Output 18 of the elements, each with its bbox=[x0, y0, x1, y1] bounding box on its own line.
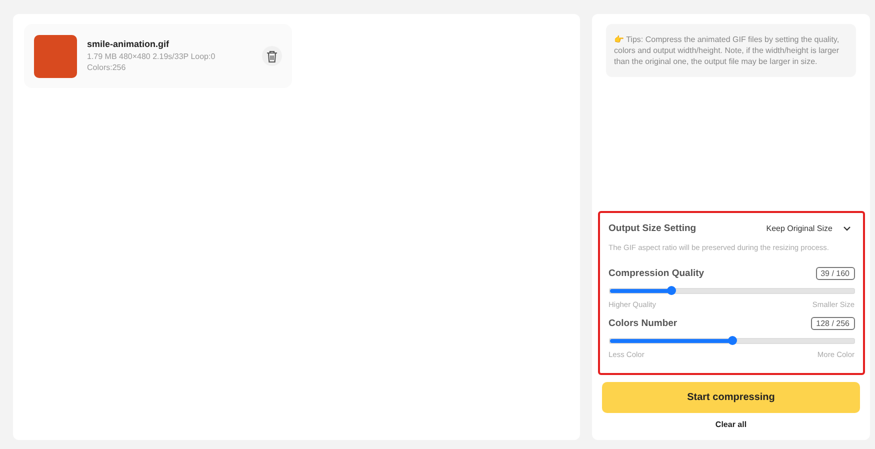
slider-label: Colors Number bbox=[608, 318, 678, 329]
slider[interactable] bbox=[608, 338, 854, 344]
start-compressing-button[interactable]: Start compressing bbox=[602, 382, 860, 413]
slider[interactable] bbox=[608, 288, 854, 294]
output-size-dropdown[interactable]: Keep Original Size bbox=[762, 224, 854, 233]
slider-value: 128 / 256 bbox=[811, 317, 854, 330]
trash-icon bbox=[266, 50, 278, 62]
output-size-label: Output Size Setting bbox=[608, 223, 696, 234]
tips-text: 👉 Tips: Compress the animated GIF files by setting the quality, colors and output width/height. Note, if the width/height is larger than the original one, the output file may be larger in size. bbox=[614, 34, 840, 67]
delete-button[interactable] bbox=[262, 46, 282, 66]
clear-all-button[interactable]: Clear all bbox=[709, 419, 753, 430]
slider-value: 39 / 160 bbox=[816, 267, 854, 280]
file-colors: Colors:256 bbox=[87, 62, 127, 73]
slider-label: Compression Quality bbox=[608, 268, 704, 279]
photo-placeholder bbox=[34, 34, 77, 78]
file-name: smile-animation.gif bbox=[87, 39, 170, 49]
file-details: 1.79 MB 480×480 2.19s/33P Loop:0 bbox=[87, 51, 216, 62]
chevron-down-icon bbox=[842, 226, 850, 231]
